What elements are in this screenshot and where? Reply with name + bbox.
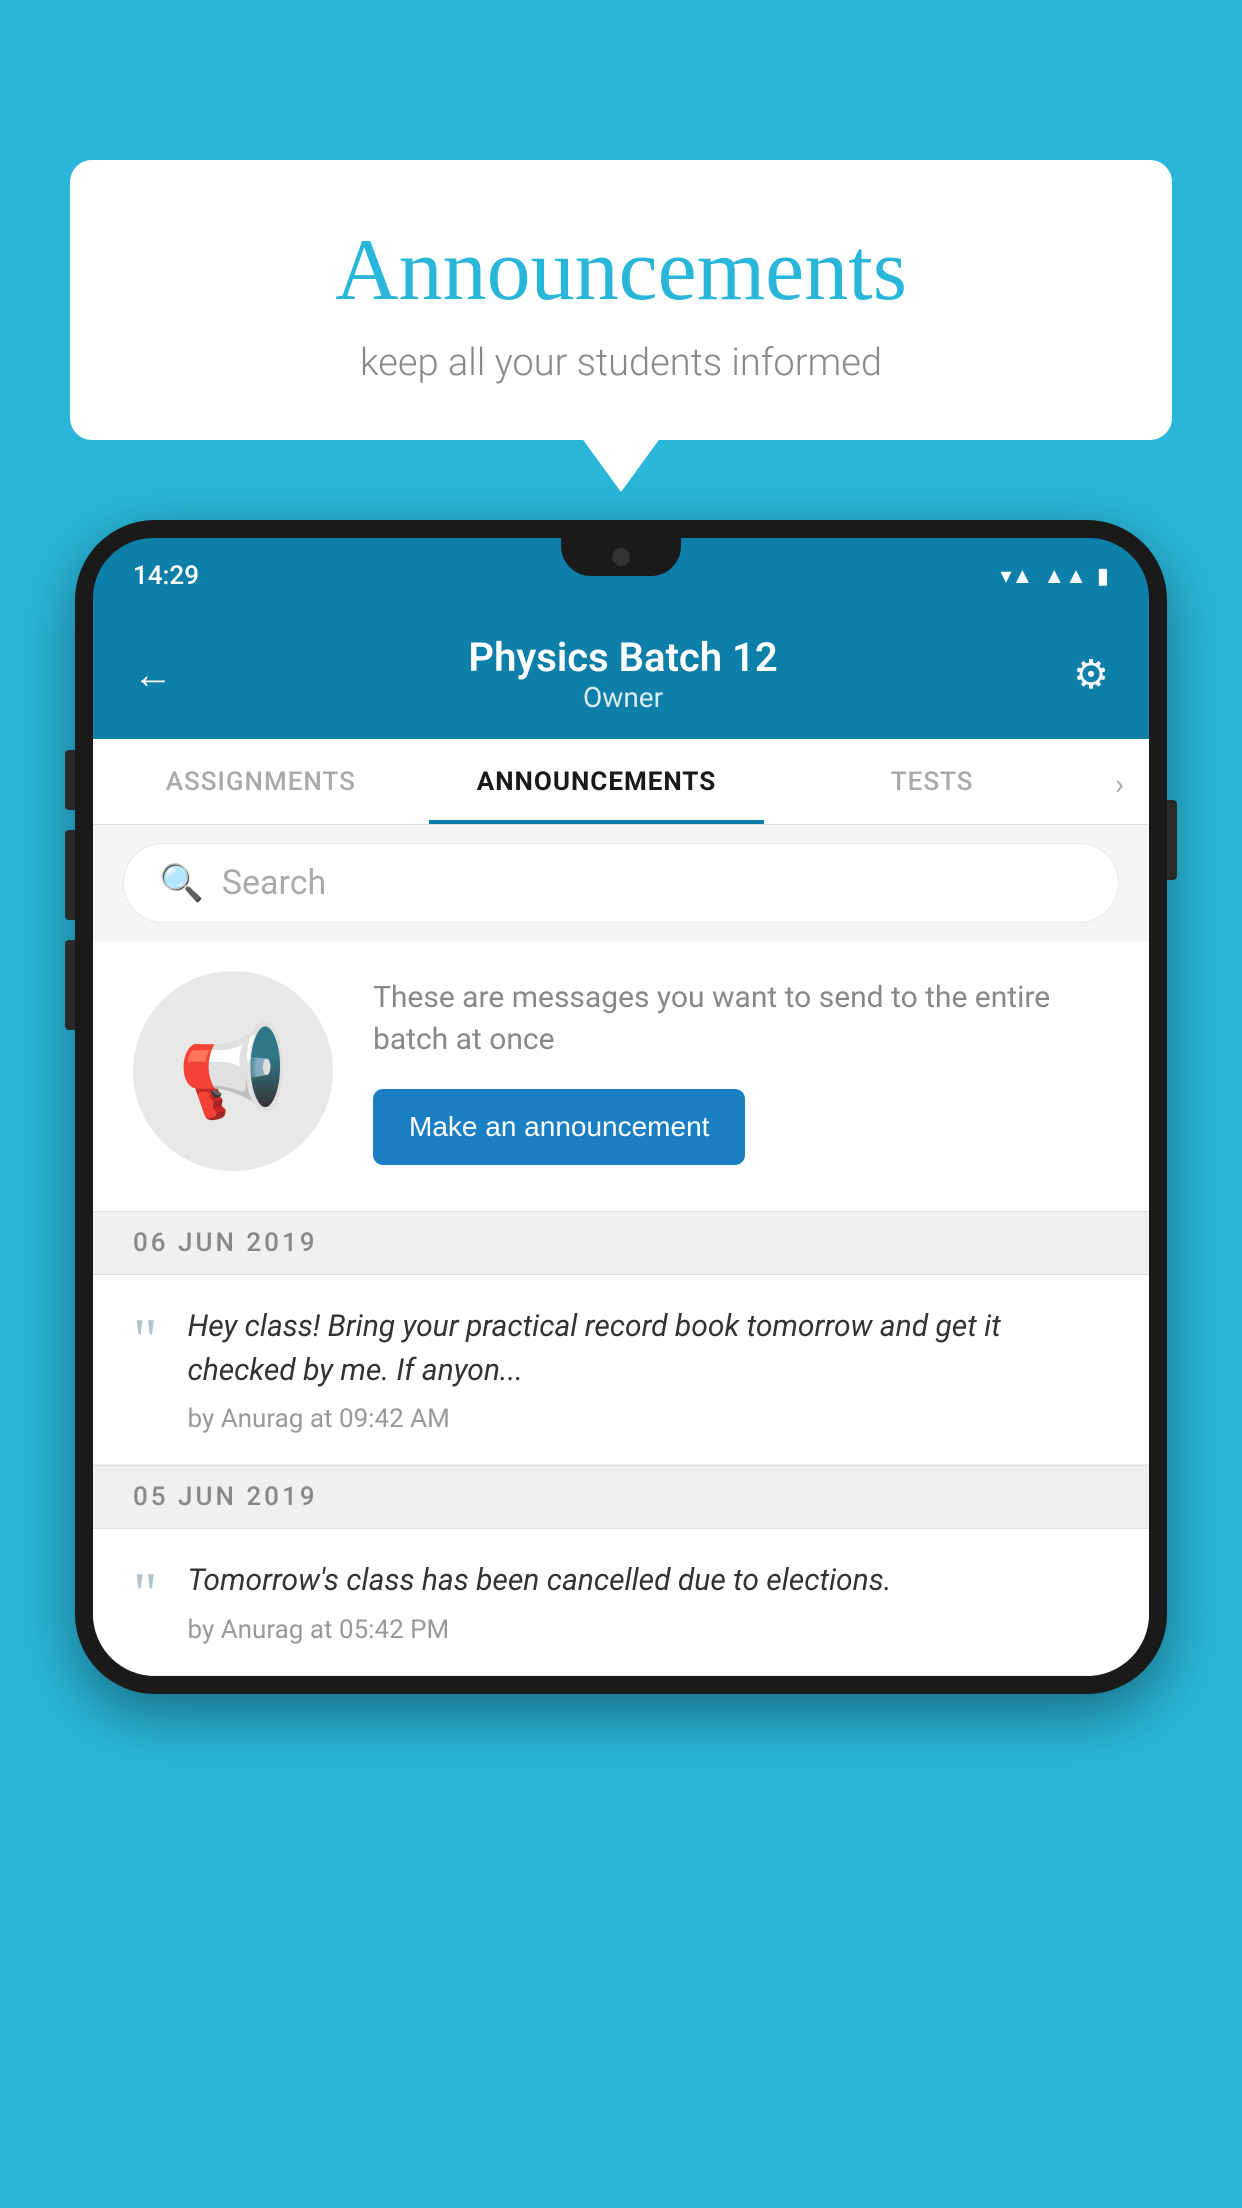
speech-bubble-section: Announcements keep all your students inf… [70, 160, 1172, 440]
megaphone-icon: 📢 [177, 1019, 289, 1124]
bubble-title: Announcements [120, 220, 1122, 321]
announcement-empty-state: 📢 These are messages you want to send to… [93, 941, 1149, 1211]
header-subtitle: Owner [468, 681, 777, 714]
tabs-bar: ASSIGNMENTS ANNOUNCEMENTS TESTS › [93, 739, 1149, 825]
megaphone-circle: 📢 [133, 971, 333, 1171]
announcement-body-1: Hey class! Bring your practical record b… [188, 1305, 1110, 1434]
announcement-meta-2: by Anurag at 05:42 PM [188, 1615, 1110, 1645]
notch [561, 538, 681, 576]
announcement-item-2[interactable]: " Tomorrow's class has been cancelled du… [93, 1529, 1149, 1676]
speech-bubble: Announcements keep all your students inf… [70, 160, 1172, 440]
make-announcement-button[interactable]: Make an announcement [373, 1089, 745, 1165]
signal-icon: ▲▲ [1043, 563, 1087, 589]
battery-icon: ▮ [1097, 564, 1109, 589]
announcement-text-area: These are messages you want to send to t… [373, 977, 1109, 1165]
announcement-message-2: Tomorrow's class has been cancelled due … [188, 1559, 1110, 1603]
date-separator-1: 06 JUN 2019 [93, 1211, 1149, 1275]
date-separator-2: 05 JUN 2019 [93, 1465, 1149, 1529]
search-bar[interactable]: 🔍 Search [123, 843, 1119, 923]
wifi-icon: ▾▲ [1001, 563, 1034, 589]
gear-icon[interactable]: ⚙ [1073, 651, 1109, 698]
camera [612, 548, 630, 566]
tab-assignments[interactable]: ASSIGNMENTS [93, 739, 429, 824]
search-icon: 🔍 [159, 862, 204, 904]
status-bar: 14:29 ▾▲ ▲▲ ▮ [93, 538, 1149, 614]
announcement-meta-1: by Anurag at 09:42 AM [188, 1404, 1110, 1434]
search-bar-wrapper: 🔍 Search [93, 825, 1149, 941]
phone-mockup: 14:29 ▾▲ ▲▲ ▮ ← Physics Batch 12 Owner ⚙ [75, 520, 1167, 1694]
empty-state-description: These are messages you want to send to t… [373, 977, 1109, 1061]
status-icons: ▾▲ ▲▲ ▮ [1001, 563, 1110, 589]
phone-screen: ← Physics Batch 12 Owner ⚙ ASSIGNMENTS A… [93, 614, 1149, 1676]
volume-down-button [65, 940, 75, 1030]
header-title: Physics Batch 12 [468, 634, 777, 681]
power-button [1167, 800, 1177, 880]
tab-announcements[interactable]: ANNOUNCEMENTS [429, 739, 765, 824]
tab-tests[interactable]: TESTS [764, 739, 1100, 824]
bubble-subtitle: keep all your students informed [120, 341, 1122, 385]
back-button[interactable]: ← [133, 651, 173, 698]
header-center: Physics Batch 12 Owner [468, 634, 777, 714]
quote-icon-2: " [133, 1564, 158, 1624]
silent-button [65, 750, 75, 810]
announcement-body-2: Tomorrow's class has been cancelled due … [188, 1559, 1110, 1645]
phone-body: 14:29 ▾▲ ▲▲ ▮ ← Physics Batch 12 Owner ⚙ [75, 520, 1167, 1694]
search-placeholder: Search [222, 863, 326, 903]
status-time: 14:29 [133, 561, 199, 591]
volume-up-button [65, 830, 75, 920]
app-header: ← Physics Batch 12 Owner ⚙ [93, 614, 1149, 739]
quote-icon-1: " [133, 1310, 158, 1370]
tab-more-icon[interactable]: › [1100, 739, 1149, 824]
announcement-item-1[interactable]: " Hey class! Bring your practical record… [93, 1275, 1149, 1465]
announcement-message-1: Hey class! Bring your practical record b… [188, 1305, 1110, 1392]
